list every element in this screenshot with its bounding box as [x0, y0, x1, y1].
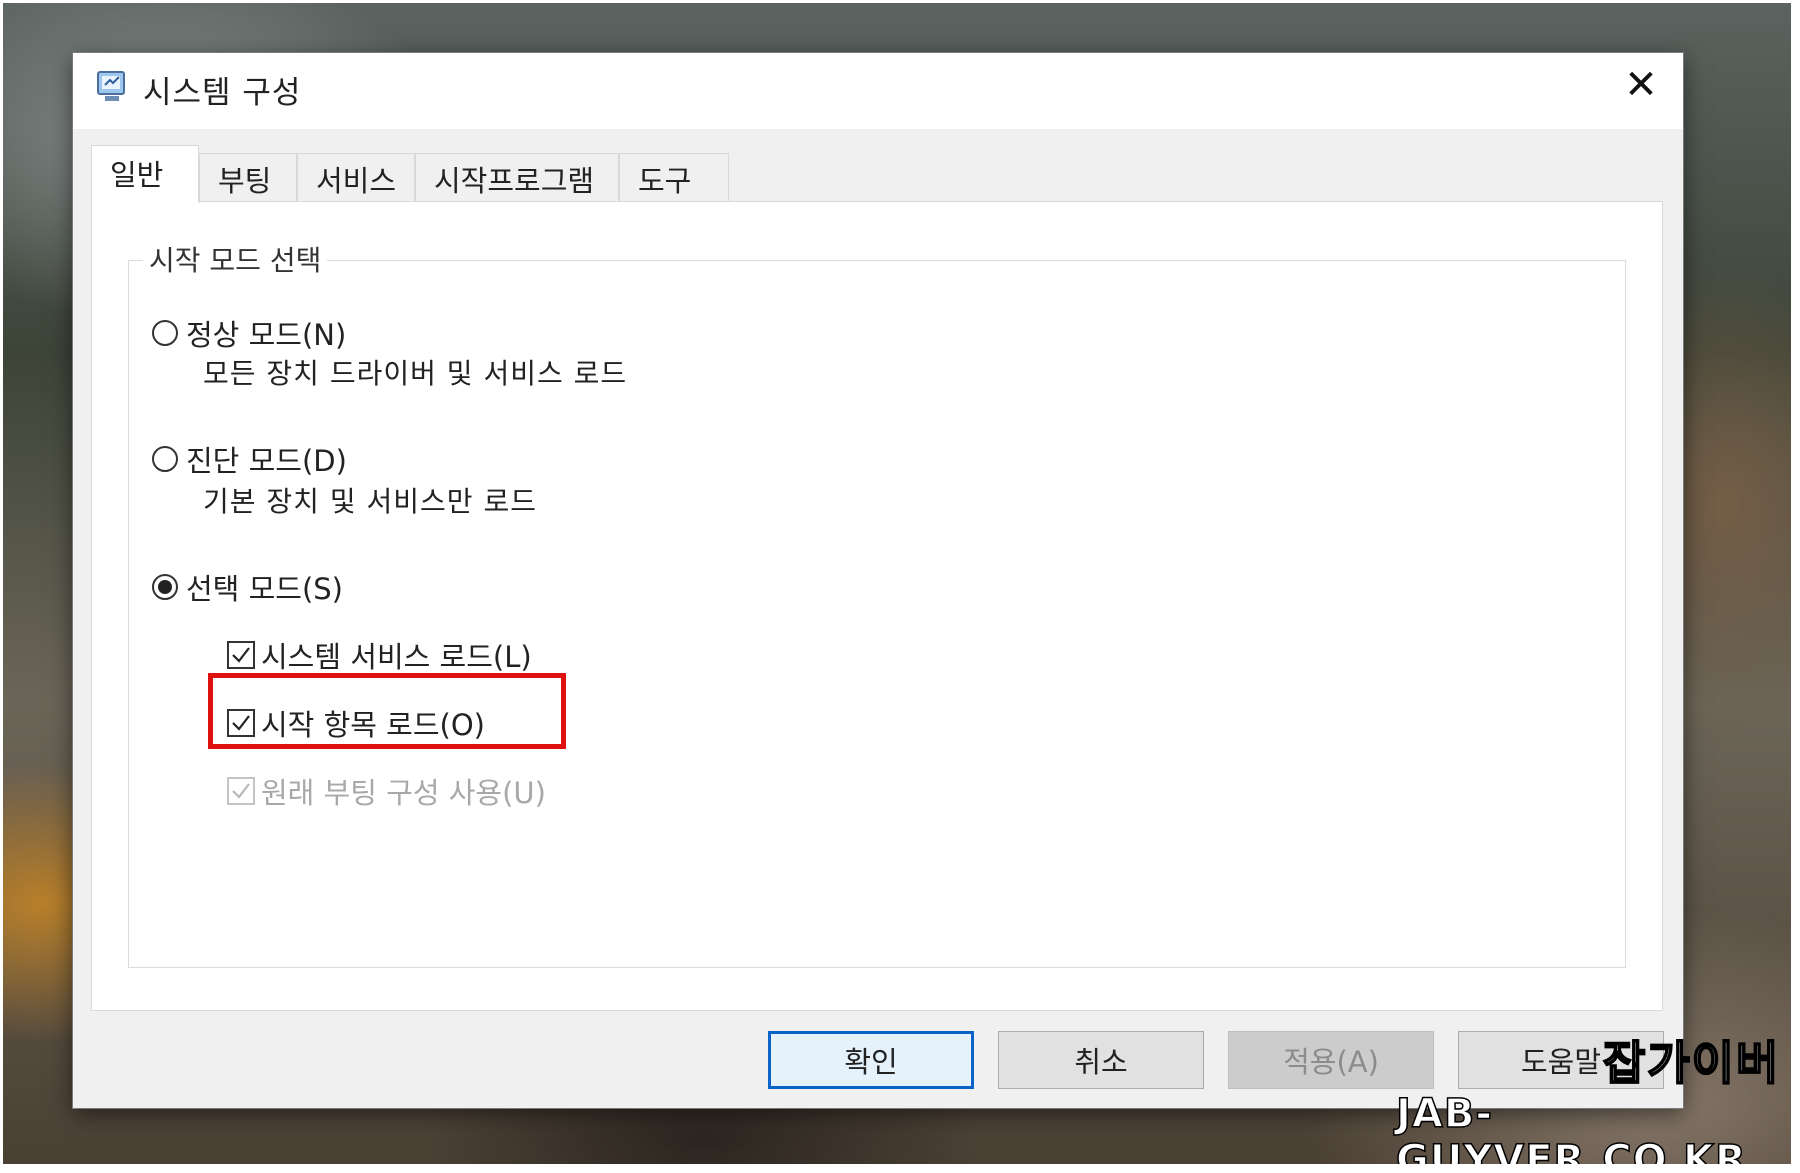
general-tab-panel: 시작 모드 선택 정상 모드(N) 모든 장치 드라이버 및 서비스 로드 진단… [91, 201, 1663, 1011]
load-system-services-checkbox[interactable]: 시스템 서비스 로드(L) [227, 634, 532, 676]
screenshot-frame: 시스템 구성 ✕ 일반 부팅 서비스 시작프로그램 도구 시작 모드 선택 정상… [0, 0, 1794, 1167]
normal-startup-label: 정상 모드(N) [186, 318, 347, 352]
use-original-boot-config-label: 원래 부팅 구성 사용(U) [261, 776, 546, 810]
selective-startup-label: 선택 모드(S) [186, 572, 343, 606]
apply-button[interactable]: 적용(A) [1228, 1031, 1434, 1089]
load-startup-items-label: 시작 항목 로드(O) [261, 708, 485, 742]
group-title: 시작 모드 선택 [143, 239, 328, 279]
tab-services[interactable]: 서비스 [297, 153, 415, 201]
watermark-site: JAB-GUYVER.CO.KR [1395, 1090, 1747, 1167]
diagnostic-startup-radio[interactable]: 진단 모드(D) [152, 438, 347, 480]
tab-boot[interactable]: 부팅 [199, 153, 297, 201]
use-original-boot-config-checkbox[interactable]: 원래 부팅 구성 사용(U) [227, 770, 546, 812]
radio-selected-icon [152, 574, 178, 600]
selective-startup-radio[interactable]: 선택 모드(S) [152, 566, 343, 608]
title-bar[interactable]: 시스템 구성 ✕ [73, 53, 1683, 129]
radio-unselected-icon [152, 446, 178, 472]
system-configuration-dialog: 시스템 구성 ✕ 일반 부팅 서비스 시작프로그램 도구 시작 모드 선택 정상… [73, 53, 1683, 1108]
load-system-services-label: 시스템 서비스 로드(L) [261, 640, 532, 674]
cancel-button[interactable]: 취소 [998, 1031, 1204, 1089]
checkmark-icon [227, 709, 255, 737]
radio-unselected-icon [152, 320, 178, 346]
diagnostic-startup-label: 진단 모드(D) [186, 444, 347, 478]
tab-tools[interactable]: 도구 [619, 153, 729, 201]
tab-startup[interactable]: 시작프로그램 [415, 153, 619, 201]
watermark-name: 잡가이버 [1602, 1035, 1781, 1091]
normal-startup-radio[interactable]: 정상 모드(N) [152, 312, 346, 354]
close-button[interactable]: ✕ [1599, 53, 1683, 117]
load-startup-items-checkbox[interactable]: 시작 항목 로드(O) [227, 702, 485, 744]
checkmark-disabled-icon [227, 777, 255, 805]
window-title: 시스템 구성 [143, 75, 302, 111]
checkmark-icon [227, 641, 255, 669]
normal-startup-description: 모든 장치 드라이버 및 서비스 로드 [203, 357, 628, 390]
close-icon: ✕ [1624, 62, 1658, 108]
ok-button[interactable]: 확인 [768, 1031, 974, 1089]
tab-general[interactable]: 일반 [91, 145, 199, 203]
msconfig-app-icon [97, 71, 125, 101]
diagnostic-startup-description: 기본 장치 및 서비스만 로드 [203, 485, 537, 518]
